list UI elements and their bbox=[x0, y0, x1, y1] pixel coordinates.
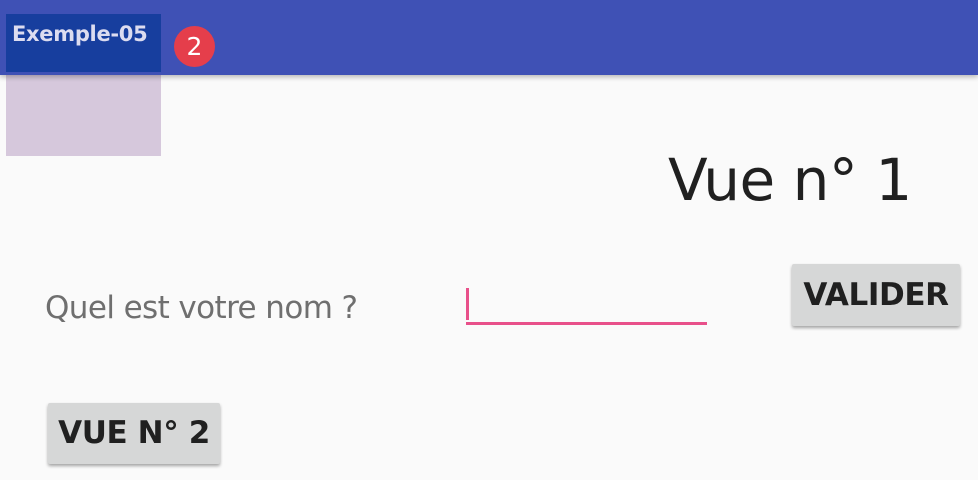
validate-button[interactable]: VALIDER bbox=[792, 264, 960, 326]
view2-button[interactable]: VUE N° 2 bbox=[48, 403, 220, 464]
name-label: Quel est votre nom ? bbox=[45, 290, 358, 326]
text-cursor bbox=[466, 288, 469, 320]
app-title: Exemple-05 bbox=[12, 22, 148, 46]
overlay-box bbox=[6, 75, 161, 156]
view-title: Vue n° 1 bbox=[668, 146, 912, 214]
name-input[interactable] bbox=[466, 285, 707, 325]
notification-badge: 2 bbox=[174, 26, 215, 67]
